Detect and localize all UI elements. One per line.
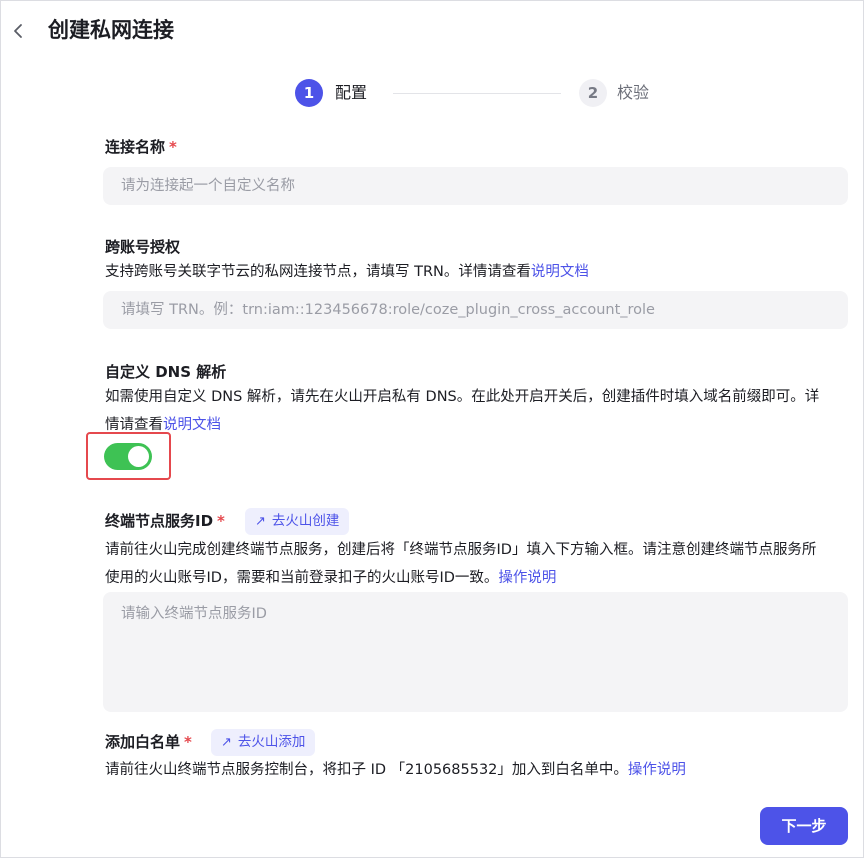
step-2-label: 校验 xyxy=(617,83,650,102)
step-2-number: 2 xyxy=(579,79,607,107)
endpoint-service-label: 终端节点服务ID * xyxy=(105,510,225,532)
custom-dns-toggle[interactable] xyxy=(104,443,152,470)
stepper: 1 配置 2 校验 xyxy=(295,79,675,109)
chevron-left-icon[interactable] xyxy=(9,20,29,42)
connection-name-input[interactable] xyxy=(103,167,848,205)
cross-account-label: 跨账号授权 xyxy=(105,238,181,256)
required-mark: * xyxy=(184,733,192,751)
cross-account-desc: 支持跨账号关联字节云的私网连接节点，请填写 TRN。详情请查看说明文档 xyxy=(105,258,835,286)
whitelist-desc-text: 请前往火山终端节点服务控制台，将扣子 ID 「2105685532」加入到白名单… xyxy=(105,762,628,778)
go-volcano-add-button[interactable]: ↗ 去火山添加 xyxy=(211,729,316,756)
step-divider xyxy=(393,93,561,94)
header: 创建私网连接 xyxy=(1,1,863,63)
endpoint-service-desc-text: 请前往火山完成创建终端节点服务，创建后将「终端节点服务ID」填入下方输入框。请注… xyxy=(105,542,817,586)
whitelist-help-link[interactable]: 操作说明 xyxy=(628,762,686,778)
go-volcano-add-label: 去火山添加 xyxy=(237,734,306,750)
connection-name-label-text: 连接名称 xyxy=(105,138,166,156)
custom-dns-label: 自定义 DNS 解析 xyxy=(105,363,227,381)
required-mark: * xyxy=(169,138,177,156)
endpoint-service-label-text: 终端节点服务ID xyxy=(105,512,214,530)
custom-dns-desc: 如需使用自定义 DNS 解析，请先在火山开启私有 DNS。在此处开启开关后，创建… xyxy=(105,383,830,439)
required-mark: * xyxy=(217,512,225,530)
page-title: 创建私网连接 xyxy=(48,18,174,42)
connection-name-label: 连接名称 * xyxy=(105,136,177,158)
whitelist-desc: 请前往火山终端节点服务控制台，将扣子 ID 「2105685532」加入到白名单… xyxy=(105,756,835,784)
arrow-up-right-icon: ↗ xyxy=(221,735,232,750)
trn-input[interactable] xyxy=(103,291,848,329)
custom-dns-doc-link[interactable]: 说明文档 xyxy=(163,417,221,433)
whitelist-label: 添加白名单 * xyxy=(105,731,192,753)
step-1-label: 配置 xyxy=(335,83,368,102)
endpoint-service-desc: 请前往火山完成创建终端节点服务，创建后将「终端节点服务ID」填入下方输入框。请注… xyxy=(105,536,830,592)
dialog-frame: 创建私网连接 1 配置 2 校验 连接名称* 跨账号授权 支持跨账号关联字节云的… xyxy=(0,0,864,858)
arrow-up-right-icon: ↗ xyxy=(255,514,266,529)
toggle-knob xyxy=(128,446,149,467)
whitelist-label-text: 添加白名单 xyxy=(105,733,181,751)
endpoint-service-help-link[interactable]: 操作说明 xyxy=(498,570,556,586)
cross-account-doc-link[interactable]: 说明文档 xyxy=(531,264,589,280)
step-1-number: 1 xyxy=(295,79,323,107)
go-volcano-create-label: 去火山创建 xyxy=(271,513,340,529)
go-volcano-create-button[interactable]: ↗ 去火山创建 xyxy=(245,508,350,535)
cross-account-desc-text: 支持跨账号关联字节云的私网连接节点，请填写 TRN。详情请查看 xyxy=(105,264,531,280)
next-step-button[interactable]: 下一步 xyxy=(760,807,848,845)
endpoint-service-id-input[interactable] xyxy=(103,592,848,712)
